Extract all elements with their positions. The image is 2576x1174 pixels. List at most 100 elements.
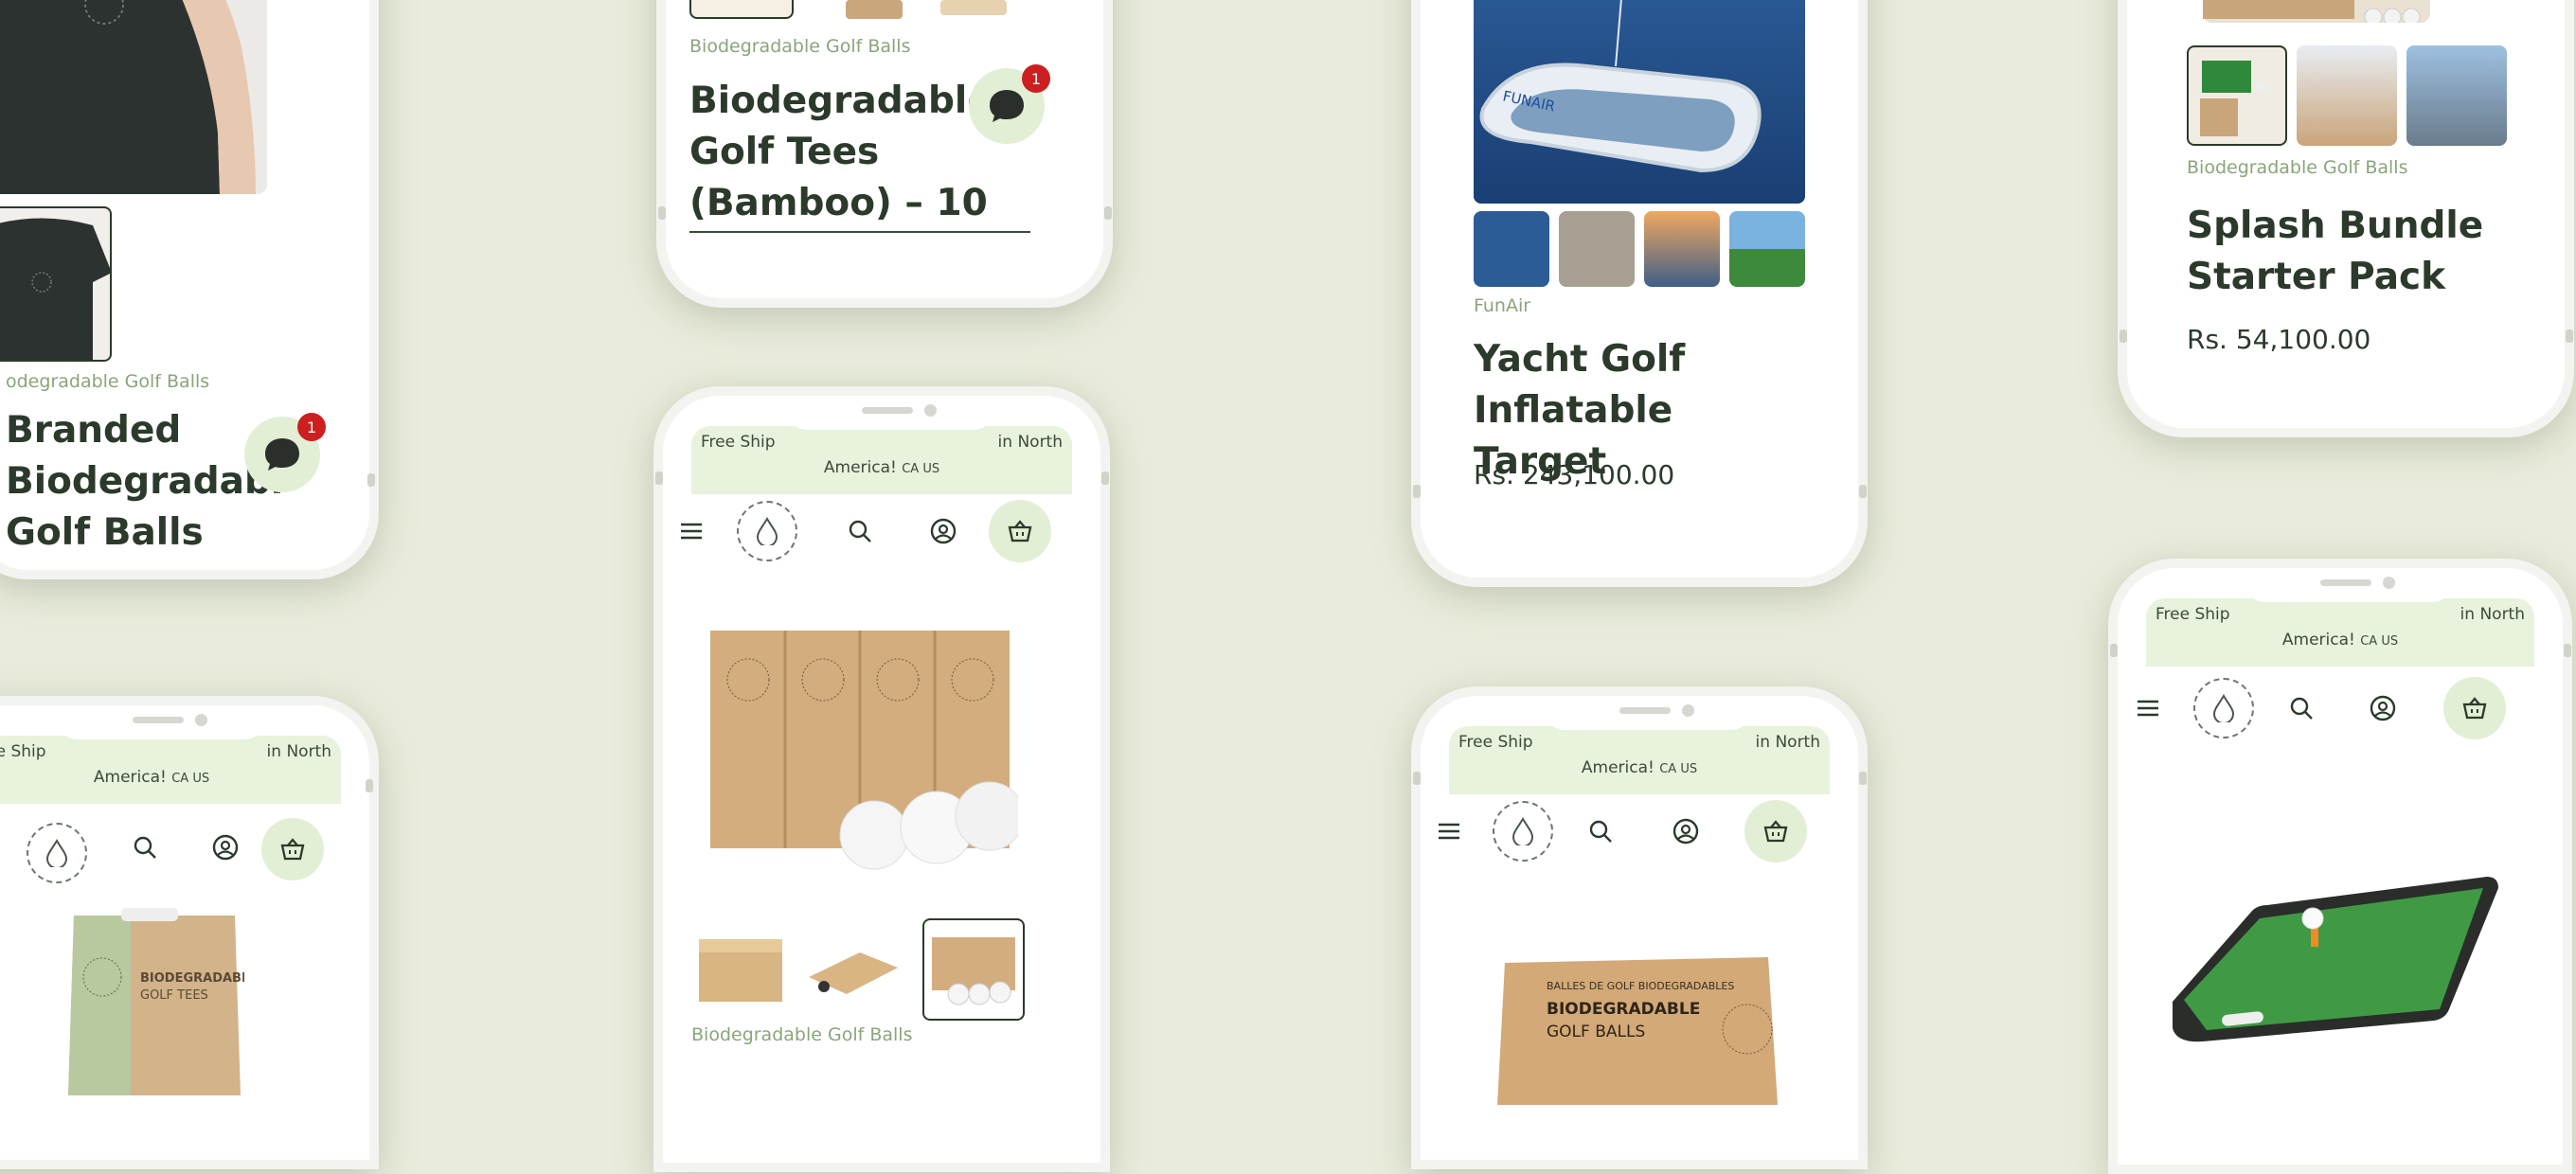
svg-text:BALLES DE GOLF BIODEGRADABLES: BALLES DE GOLF BIODEGRADABLES (1547, 980, 1734, 992)
logo[interactable] (1493, 801, 1553, 862)
user-circle-icon (930, 518, 957, 544)
phone-mockup-yacht: FUNAIR FunAir Yacht Golf Inflatable Targ… (1411, 0, 1868, 587)
phone-mockup-hitting-mat: Free Ship in North America! CA US (2108, 559, 2572, 1174)
menu-button[interactable] (1432, 814, 1466, 848)
product-main-image-bottom (2203, 0, 2430, 27)
menu-button[interactable] (674, 514, 708, 548)
menu-button[interactable] (2131, 691, 2165, 725)
shopping-basket-icon (280, 838, 305, 861)
golf-ball-drop-logo (45, 839, 68, 867)
product-title: Biodegradable Golf Tees (Bamboo) – 10 Pa… (689, 80, 993, 224)
product-price: Rs. 243,100.00 (1474, 459, 1675, 490)
product-vendor[interactable]: Biodegradable Golf Balls (689, 36, 910, 57)
chat-badge: 1 (1022, 64, 1050, 93)
search-button[interactable] (1583, 814, 1618, 848)
search-icon (134, 836, 156, 859)
cart-icon-wrap (1003, 514, 1037, 548)
chat-bubble-icon (990, 90, 1024, 122)
phone-mockup-splash: Biodegradable Golf Balls Splash Bundle S… (2118, 0, 2574, 437)
product-title: Branded Biodegradable Golf Balls Golf (6, 409, 280, 545)
thumbnail-yacht-4[interactable] (1729, 211, 1805, 287)
svg-text:BIODEGRADABLE: BIODEGRADABLE (1547, 1000, 1700, 1019)
site-header (1421, 795, 1858, 871)
golf-ball-drop-logo (2212, 694, 2235, 722)
account-button[interactable] (208, 830, 242, 864)
announcement-banner: Free Shipin North America! CA US (2146, 598, 2534, 667)
thumbnail-balls-1[interactable] (691, 918, 790, 1017)
cart-icon-wrap (2458, 691, 2492, 725)
announcement-banner: Free Shipin North America! CA US (691, 426, 1072, 494)
polo-shirt-image (0, 0, 267, 194)
product-title: Splash Bundle Starter Pack (2187, 205, 2484, 298)
phone-mockup-tees-bag: Free Shipin North America! CA US (0, 696, 379, 1169)
phone-mockup-balls-box: Free Ship in North America! CA US BALLES… (1411, 686, 1868, 1169)
logo[interactable] (27, 823, 87, 883)
announcement-banner: Free Shipin North America! CA US (1449, 726, 1830, 794)
hamburger-menu-icon (2138, 700, 2158, 717)
product-main-image: BALLES DE GOLF BIODEGRADABLES BIODEGRADA… (1492, 944, 1785, 1105)
thumbnail-yacht-2[interactable] (1559, 211, 1635, 287)
logo[interactable] (2193, 678, 2254, 738)
thumbnail-balls-2[interactable] (803, 918, 902, 1017)
product-vendor[interactable]: Biodegradable Golf Balls (691, 1024, 912, 1045)
site-header (2118, 672, 2563, 748)
shopping-basket-icon (2462, 697, 2487, 720)
cart-icon-wrap (276, 832, 310, 866)
thumbnail-splash-2[interactable] (2297, 45, 2397, 146)
golf-balls-box-image: BALLES DE GOLF BIODEGRADABLES BIODEGRADA… (1497, 957, 1778, 1105)
product-main-image: BIODEGRADABLE GOLF TEES (64, 906, 258, 1095)
thumbnail-tees-1[interactable] (689, 0, 794, 19)
search-button[interactable] (843, 514, 877, 548)
search-button[interactable] (2284, 691, 2318, 725)
user-circle-icon (2370, 695, 2396, 721)
svg-text:BIODEGRADABLE: BIODEGRADABLE (140, 971, 244, 986)
announcement-banner: Free Shipin North America! CA US (0, 736, 341, 804)
product-main-image (2165, 843, 2506, 1051)
product-price: Rs. 54,100.00 (2187, 324, 2371, 355)
search-icon (1589, 820, 1612, 843)
chat-bubble-icon (265, 438, 299, 471)
hamburger-menu-icon (1439, 823, 1459, 840)
four-pack-golf-balls-image (710, 631, 1025, 870)
phone-mockup-golf-balls: Free Ship in North America! CA US Biodeg… (653, 386, 1110, 1172)
shopping-basket-icon (1008, 520, 1032, 543)
chat-button[interactable]: 1 (969, 64, 1050, 144)
tees-bag-image: BIODEGRADABLE GOLF TEES (68, 908, 258, 1095)
user-circle-icon (1673, 818, 1699, 845)
product-main-image (0, 0, 267, 194)
chat-button[interactable]: 1 (244, 413, 326, 492)
product-vendor[interactable]: odegradable Golf Balls (6, 371, 209, 392)
thumbnail-splash-3[interactable] (2406, 45, 2507, 146)
account-button[interactable] (2366, 691, 2400, 725)
thumbnail-balls-3[interactable] (922, 918, 1025, 1021)
search-icon (2290, 697, 2313, 720)
hitting-mat-image (2173, 877, 2498, 1042)
search-button[interactable] (128, 830, 162, 864)
thumbnail-yacht-3[interactable] (1644, 211, 1720, 287)
phone-mockup-tees: Biodegradable Golf Balls Biodegradable G… (656, 0, 1113, 308)
golf-ball-drop-logo (1512, 817, 1534, 845)
product-vendor[interactable]: Biodegradable Golf Balls (2187, 157, 2407, 178)
svg-text:GOLF TEES: GOLF TEES (140, 988, 208, 1003)
user-circle-icon (212, 834, 239, 861)
site-header (663, 495, 1100, 571)
thumbnail-shirt[interactable] (0, 206, 112, 362)
account-button[interactable] (926, 514, 960, 548)
thumbnail-tees-2[interactable] (846, 0, 903, 19)
search-icon (849, 520, 871, 543)
thumbnail-tees-3[interactable] (940, 0, 1007, 15)
thumbnail-splash-1[interactable] (2187, 45, 2287, 146)
golf-ball-drop-logo (756, 517, 778, 545)
hamburger-menu-icon (681, 523, 702, 540)
phone-mockup-shirt: odegradable Golf Balls Branded Biodegrad… (0, 0, 379, 579)
account-button[interactable] (1669, 814, 1703, 848)
product-main-image (706, 612, 1025, 877)
svg-text:GOLF BALLS: GOLF BALLS (1547, 1023, 1645, 1041)
inflatable-target-image: FUNAIR (1474, 0, 1805, 204)
thumbnail-yacht-1[interactable] (1474, 211, 1549, 287)
product-main-image: FUNAIR (1474, 0, 1805, 204)
site-header (0, 811, 369, 887)
cart-icon-wrap (1759, 814, 1793, 848)
logo[interactable] (737, 501, 797, 561)
product-vendor[interactable]: FunAir (1474, 295, 1530, 316)
